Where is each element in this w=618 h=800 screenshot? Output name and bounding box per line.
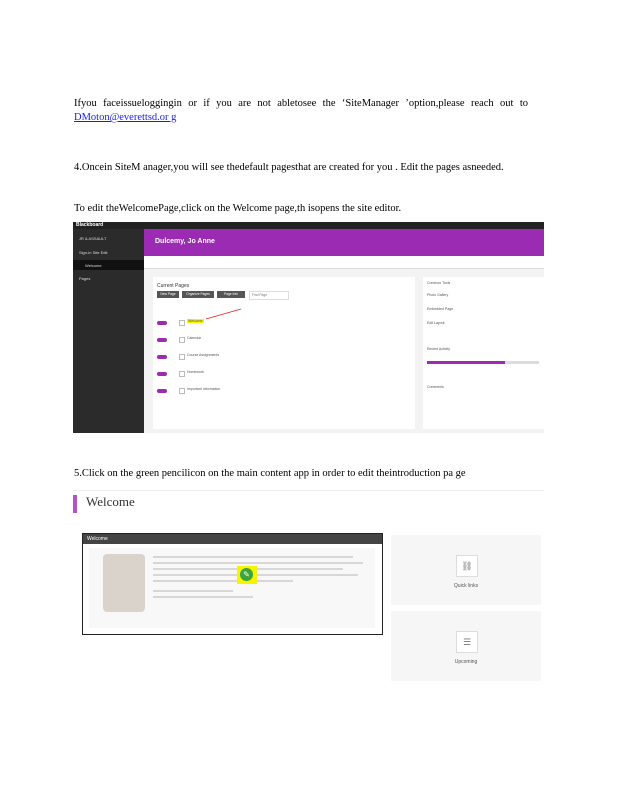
- arrow-icon: [205, 308, 242, 320]
- right-panel-item[interactable]: Photo Gallery: [427, 293, 448, 297]
- sidebar: JR & ASSAULT Sign-in Site Edit Welcome P…: [73, 229, 144, 433]
- app-body: ✎: [89, 548, 375, 628]
- tab-bar: [144, 256, 544, 269]
- page-row[interactable]: Homework: [157, 370, 413, 379]
- page-row[interactable]: Calendar: [157, 336, 413, 345]
- page-row[interactable]: Course Assignments: [157, 353, 413, 362]
- login-issue-paragraph: Ifyou faceissueloggingin or if you are n…: [74, 97, 528, 125]
- page-info-button[interactable]: Page Info: [217, 291, 245, 298]
- upcoming-app[interactable]: ☰ Upcoming: [391, 611, 541, 681]
- accent-bar: [73, 495, 77, 513]
- sidebar-item[interactable]: Welcome: [73, 260, 144, 270]
- edit-pencil-button[interactable]: ✎: [237, 566, 257, 584]
- page-title: Welcome: [86, 494, 135, 509]
- pencil-icon: ✎: [240, 568, 253, 581]
- right-panel-item: Recent Activity: [427, 347, 450, 351]
- top-bar: Blackboard: [73, 222, 544, 229]
- site-title: Dulcemy, Jo Anne: [155, 238, 215, 245]
- step-5-paragraph: 5.Click on the green pencilicon on the m…: [74, 468, 466, 479]
- current-pages-panel: Current Pages New Page Organize Pages Pa…: [153, 277, 415, 429]
- right-panel-item[interactable]: Edit Layout: [427, 321, 445, 325]
- blackboard-logo: Blackboard: [76, 222, 104, 228]
- organize-pages-button[interactable]: Organize Pages: [182, 291, 214, 298]
- app-header: Welcome: [83, 534, 382, 544]
- sidebar-item[interactable]: JR & ASSAULT: [73, 233, 144, 243]
- app-title: Welcome: [87, 536, 108, 542]
- right-panel-item[interactable]: Common Tools: [427, 281, 450, 285]
- quick-links-app[interactable]: ⛓ Quick links: [391, 535, 541, 605]
- sidebar-item[interactable]: Pages: [73, 273, 144, 283]
- page-link[interactable]: Calendar: [187, 336, 201, 340]
- quick-links-label: Quick links: [453, 583, 479, 589]
- link-icon: ⛓: [456, 555, 478, 577]
- right-panel-item[interactable]: Comments: [427, 385, 444, 389]
- page-link[interactable]: Homework: [187, 370, 204, 374]
- page-row[interactable]: Welcome: [157, 308, 413, 328]
- panel-title: Current Pages: [157, 283, 190, 289]
- welcome-page-link[interactable]: Welcome: [187, 319, 204, 323]
- main-content-app[interactable]: Welcome ✎: [82, 533, 383, 635]
- right-panel: Common Tools Photo Gallery Embedded Page…: [423, 277, 544, 429]
- list-icon: ☰: [456, 631, 478, 653]
- find-page-input[interactable]: Find Page: [249, 291, 289, 300]
- page-link[interactable]: Important Information: [187, 387, 220, 391]
- login-issue-text: Ifyou faceissueloggingin or if you are n…: [74, 98, 528, 109]
- sidebar-item[interactable]: Sign-in Site Edit: [73, 247, 144, 257]
- edit-welcome-paragraph: To edit theWelcomePage,click on the Welc…: [74, 203, 402, 214]
- page-link[interactable]: Course Assignments: [187, 353, 219, 357]
- site-manager-screenshot: Blackboard JR & ASSAULT Sign-in Site Edi…: [73, 222, 544, 433]
- email-link[interactable]: DMoton@everettsd.or g: [74, 112, 176, 123]
- new-page-button[interactable]: New Page: [157, 291, 179, 298]
- right-panel-item[interactable]: Embedded Page: [427, 307, 453, 311]
- site-editor-screenshot: Welcome Welcome ✎ ⛓ Quick links ☰ Upcomi…: [73, 490, 544, 687]
- upcoming-label: Upcoming: [454, 659, 478, 665]
- page-row[interactable]: Important Information: [157, 387, 413, 396]
- profile-photo: [103, 554, 145, 612]
- site-banner: Dulcemy, Jo Anne: [144, 229, 544, 256]
- step-4-paragraph: 4.Oncein SiteM anager,you will see thede…: [74, 162, 504, 173]
